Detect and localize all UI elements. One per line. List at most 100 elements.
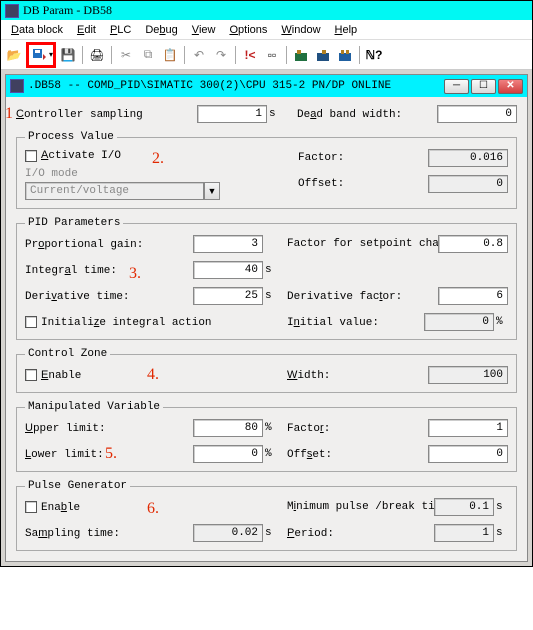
- print-icon[interactable]: 🖨: [87, 45, 107, 65]
- setpoint-factor-input[interactable]: 0.8: [438, 235, 508, 253]
- activate-io-checkbox[interactable]: Activate I/O: [25, 149, 270, 162]
- annotation-4: 4.: [147, 366, 159, 384]
- pid-group: PID Parameters 3. Proportional gain: 3 F…: [16, 217, 517, 340]
- form-body: 1 Controller sampling 1 s Dead band widt…: [6, 97, 527, 561]
- dead-band-input[interactable]: 0: [437, 105, 517, 123]
- minimize-button[interactable]: ─: [444, 79, 469, 94]
- pv-factor-label: Factor:: [298, 152, 344, 164]
- menu-help[interactable]: Help: [329, 22, 364, 37]
- upper-limit-label: Upper limit:: [25, 422, 106, 435]
- prop-gain-input[interactable]: 3: [193, 235, 263, 253]
- save-download-icon[interactable]: [29, 45, 49, 65]
- cut-icon: ✂: [116, 45, 136, 65]
- upper-limit-input[interactable]: 80: [193, 419, 263, 437]
- dead-band-label: Dead band width:: [297, 108, 402, 121]
- pulse-enable-checkbox[interactable]: Enable: [25, 501, 80, 514]
- controller-sampling-unit: s: [269, 108, 281, 120]
- init-integral-checkbox[interactable]: Initialize integral action: [25, 316, 212, 329]
- undo-icon: ↶: [189, 45, 209, 65]
- manip-offset-input[interactable]: 0: [428, 445, 508, 463]
- controller-sampling-label: Controller sampling: [16, 108, 143, 121]
- menu-view[interactable]: View: [186, 22, 222, 37]
- derivative-factor-label: Derivative factor:: [287, 290, 402, 303]
- stop-icon[interactable]: !<: [240, 45, 260, 65]
- manip-var-legend: Manipulated Variable: [25, 401, 163, 413]
- period-label: Period:: [287, 527, 334, 540]
- manip-offset-label: Offset:: [287, 448, 332, 461]
- inner-window: .DB58 -- COMD_PID\SIMATIC 300(2)\CPU 315…: [5, 74, 528, 562]
- save-icon[interactable]: 💾: [58, 45, 78, 65]
- pv-offset-label: Offset:: [298, 178, 344, 190]
- manip-factor-input[interactable]: 1: [428, 419, 508, 437]
- setpoint-factor-label: Factor for setpoint change:: [287, 238, 407, 250]
- ctrl-zone-enable-checkbox[interactable]: Enable: [25, 369, 81, 382]
- control-zone-group: Control Zone 4. Enable Width: 100: [16, 348, 517, 393]
- inner-title: .DB58 -- COMD_PID\SIMATIC 300(2)\CPU 315…: [28, 80, 440, 92]
- module3-icon[interactable]: [335, 45, 355, 65]
- menu-options[interactable]: Options: [223, 22, 273, 37]
- maximize-button[interactable]: ☐: [471, 79, 496, 94]
- min-pulse-input: 0.1: [434, 498, 494, 516]
- pulse-sampling-label: Sampling time:: [25, 527, 120, 540]
- min-pulse-label: Minimum pulse /break time:: [287, 501, 417, 513]
- derivative-time-input[interactable]: 25: [193, 287, 263, 305]
- pv-offset-input: 0: [428, 175, 508, 193]
- inner-app-icon: [10, 79, 24, 93]
- menu-edit[interactable]: Edit: [71, 22, 102, 37]
- chevron-down-icon: ▼: [204, 182, 220, 200]
- close-button[interactable]: ✕: [498, 79, 523, 94]
- annotation-2: 2.: [152, 150, 164, 168]
- menu-data-block[interactable]: Data block: [5, 22, 69, 37]
- pulse-sampling-input: 0.02: [193, 524, 263, 542]
- block-icon[interactable]: ▫▫: [262, 45, 282, 65]
- checkbox-icon: [25, 369, 37, 381]
- annotation-3: 3.: [129, 265, 141, 283]
- help-icon[interactable]: ℕ?: [364, 45, 384, 65]
- period-input: 1: [434, 524, 494, 542]
- io-mode-label: I/O mode: [25, 168, 270, 180]
- checkbox-icon: [25, 501, 37, 513]
- module2-icon[interactable]: [313, 45, 333, 65]
- derivative-factor-input[interactable]: 6: [438, 287, 508, 305]
- controller-sampling-input[interactable]: 1: [197, 105, 267, 123]
- pulse-gen-group: Pulse Generator 6. Enable Minimum pulse …: [16, 480, 517, 551]
- io-mode-select: Current/voltage ▼: [25, 182, 220, 200]
- integral-time-label: Integral time:: [25, 264, 117, 277]
- menu-window[interactable]: Window: [275, 22, 326, 37]
- mdi-client: .DB58 -- COMD_PID\SIMATIC 300(2)\CPU 315…: [1, 70, 532, 566]
- menu-debug[interactable]: Debug: [139, 22, 183, 37]
- pv-factor-input: 0.016: [428, 149, 508, 167]
- menu-bar: Data block Edit PLC Debug View Options W…: [1, 20, 532, 40]
- annotation-6: 6.: [147, 500, 159, 518]
- manip-var-group: Manipulated Variable 5. Upper limit: 80 …: [16, 401, 517, 472]
- pid-legend: PID Parameters: [25, 217, 123, 229]
- process-value-group: Process Value 2. Activate I/O I/O mode C…: [16, 131, 517, 209]
- window-title: DB Param - DB58: [23, 3, 112, 18]
- copy-icon: ⧉: [138, 45, 158, 65]
- menu-plc[interactable]: PLC: [104, 22, 137, 37]
- redo-icon: ↷: [211, 45, 231, 65]
- integral-time-input[interactable]: 40: [193, 261, 263, 279]
- checkbox-icon: [25, 316, 37, 328]
- app-icon: [5, 4, 19, 18]
- inner-titlebar: .DB58 -- COMD_PID\SIMATIC 300(2)\CPU 315…: [6, 75, 527, 97]
- initial-value-input: 0: [424, 313, 494, 331]
- initial-value-label: Initial value:: [287, 316, 379, 329]
- prop-gain-label: Proportional gain:: [25, 238, 143, 251]
- checkbox-icon: [25, 150, 37, 162]
- annotation-highlight: ▾: [26, 42, 56, 68]
- module1-icon[interactable]: [291, 45, 311, 65]
- lower-limit-input[interactable]: 0: [193, 445, 263, 463]
- annotation-1: 1: [5, 105, 13, 123]
- ctrl-zone-width-label: Width:: [287, 369, 330, 382]
- open-icon[interactable]: 📂: [4, 45, 24, 65]
- process-value-legend: Process Value: [25, 131, 117, 143]
- pulse-gen-legend: Pulse Generator: [25, 480, 130, 492]
- paste-icon: 📋: [160, 45, 180, 65]
- manip-factor-label: Factor:: [287, 422, 330, 435]
- derivative-time-label: Derivative time:: [25, 290, 130, 303]
- window-titlebar: DB Param - DB58: [1, 1, 532, 20]
- lower-limit-label: Lower limit:: [25, 448, 104, 461]
- ctrl-zone-width-input: 100: [428, 366, 508, 384]
- control-zone-legend: Control Zone: [25, 348, 110, 360]
